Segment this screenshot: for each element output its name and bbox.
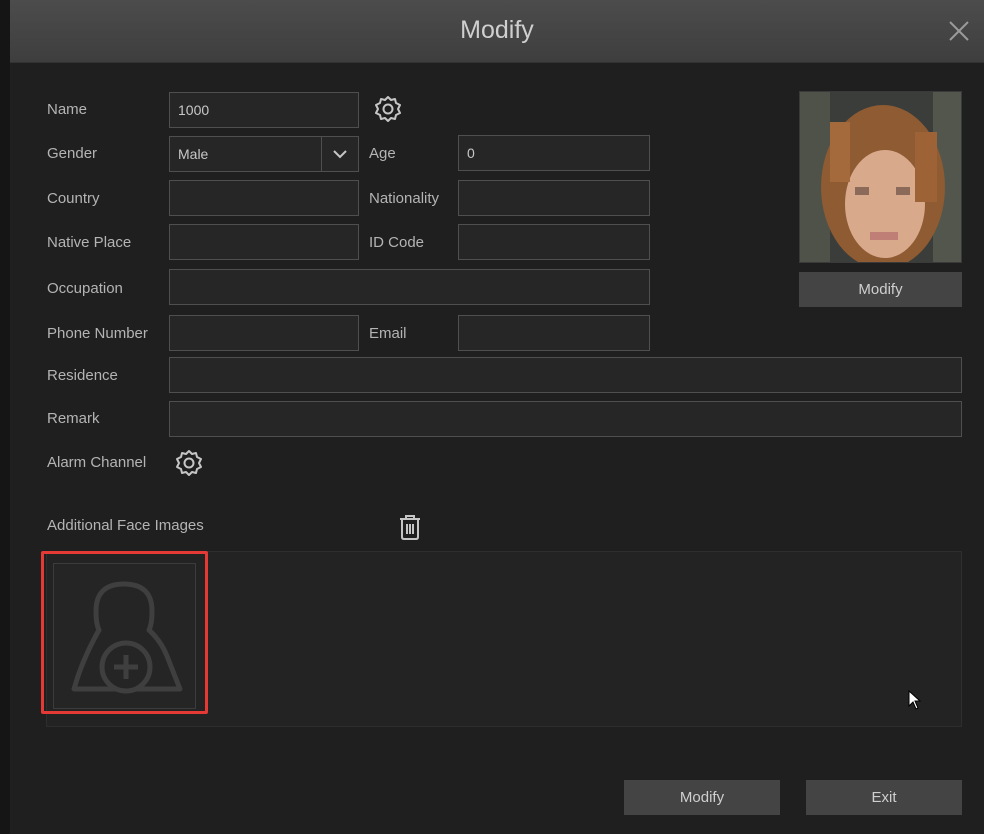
age-label: Age	[369, 145, 396, 162]
additional-face-images-label: Additional Face Images	[47, 517, 204, 534]
gender-label: Gender	[47, 145, 98, 162]
id-code-field[interactable]	[458, 224, 650, 260]
phone-number-label: Phone Number	[47, 325, 148, 342]
name-field[interactable]	[169, 92, 359, 128]
gender-value: Male	[178, 146, 209, 162]
trash-icon[interactable]	[399, 514, 421, 540]
residence-label: Residence	[47, 367, 118, 384]
email-field[interactable]	[458, 315, 650, 351]
name-label: Name	[47, 101, 88, 118]
title-bar: Modify	[10, 0, 984, 63]
dialog-title: Modify	[460, 16, 534, 44]
nationality-label: Nationality	[369, 190, 440, 207]
id-code-label: ID Code	[369, 234, 425, 251]
close-icon[interactable]	[948, 20, 970, 42]
email-label: Email	[369, 325, 407, 342]
age-field[interactable]	[458, 135, 650, 171]
country-field[interactable]	[169, 180, 359, 216]
country-label: Country	[47, 190, 100, 207]
alarm-channel-label: Alarm Channel	[47, 454, 147, 471]
face-photo	[799, 91, 962, 263]
remark-label: Remark	[47, 410, 100, 427]
residence-field[interactable]	[169, 357, 962, 393]
gender-select[interactable]: Male	[169, 136, 359, 172]
add-person-icon	[71, 581, 183, 694]
native-place-field[interactable]	[169, 224, 359, 260]
remark-field[interactable]	[169, 401, 962, 437]
window-edge	[0, 0, 10, 834]
exit-button[interactable]: Exit	[806, 780, 962, 815]
mouse-cursor-icon	[908, 690, 922, 710]
occupation-field[interactable]	[169, 269, 650, 305]
name-settings-gear-icon[interactable]	[373, 94, 403, 124]
alarm-channel-gear-icon[interactable]	[174, 448, 204, 478]
photo-modify-button[interactable]: Modify	[799, 272, 962, 307]
nationality-field[interactable]	[458, 180, 650, 216]
modify-button[interactable]: Modify	[624, 780, 780, 815]
native-place-label: Native Place	[47, 234, 132, 251]
face-photo-image	[800, 92, 961, 262]
chevron-down-icon	[321, 137, 358, 171]
phone-number-field[interactable]	[169, 315, 359, 351]
occupation-label: Occupation	[47, 280, 123, 297]
add-face-image-tile[interactable]	[53, 563, 196, 709]
